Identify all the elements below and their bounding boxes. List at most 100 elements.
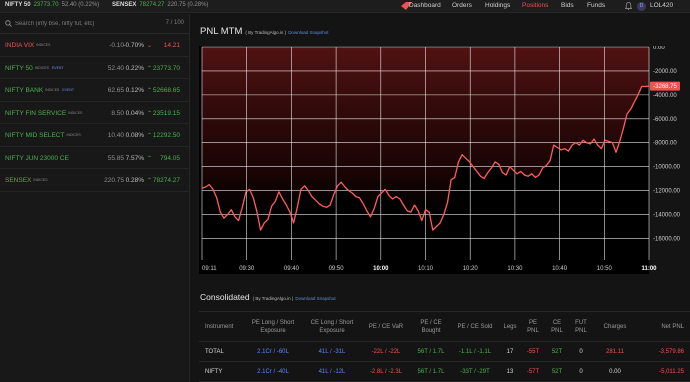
list-item[interactable]: NIFTY 50 INDICES EVENT 52.40 0.22% ⌃ 23773.70 (0, 57, 190, 79)
instrument-change: 62.65 (107, 87, 124, 94)
nav-holdings[interactable]: Holdings (485, 2, 510, 9)
ticker-change: 220.75 (0.28%) (167, 2, 209, 8)
consolidated-table: Instrument PE Long / Short Exposure CE L… (199, 311, 690, 382)
ticker-value: 78274.27 (139, 2, 165, 8)
instrument-name: NIFTY BANK INDICES EVENT (5, 87, 74, 94)
cell-ce-pnl: 52T (545, 361, 569, 382)
consolidated-title: Consolidated( By TradingAlgo.in ) Downloa… (200, 292, 336, 302)
search-bar: 7 / 100 (0, 14, 190, 34)
instrument-name: NIFTY MID SELECT INDICES (5, 132, 81, 139)
instrument-ltp: 23773.70 (152, 64, 180, 72)
list-item[interactable]: NIFTY JUN 23000 CE 55.85 7.57% ⌃ 794.05 (0, 147, 190, 169)
col-ce-exposure: CE Long / Short Exposure (303, 311, 361, 342)
instrument-name-text: NIFTY 50 (5, 64, 33, 72)
instrument-tag: INDICES (66, 133, 81, 138)
nav-orders[interactable]: Orders (452, 2, 472, 9)
y-tick-label: 0.00 (653, 46, 665, 51)
col-bought: PE / CE Bought (411, 311, 451, 342)
list-item[interactable]: NIFTY BANK INDICES EVENT 62.65 0.12% ⌃ 52668.6… (0, 79, 190, 102)
instrument-change-pct: -0.70% (123, 42, 144, 49)
instrument-name-text: SENSEX (5, 177, 32, 184)
table-row[interactable]: TOTAL 2.1Cr / -60L 41L / -31L -22L / -22… (199, 341, 690, 362)
cell-bought: 56T / 1.7L (411, 361, 451, 382)
nav-funds[interactable]: Funds (587, 2, 605, 9)
cell-ce-exposure: 41L / -12L (303, 361, 361, 382)
top-bar: NIFTY 50 23773.70 52.40 (0.22%) SENSEX 7827… (0, 0, 690, 13)
table-header-row: Instrument PE Long / Short Exposure CE L… (199, 311, 690, 342)
instrument-tag: INDICES (68, 110, 83, 115)
pnl-chart: 0.00 -2000.00 -4000.00 -6000.00 -8000.00 -100… (199, 45, 690, 274)
table-row[interactable]: NIFTY 2.1Cr / -40L 41L / -12L -2.8L / -2… (199, 361, 690, 382)
event-badge: EVENT (62, 88, 75, 93)
instrument-tag: INDICES (33, 178, 48, 183)
avatar[interactable]: D (637, 2, 646, 11)
cell-var: -22L / -22L (361, 341, 411, 362)
cell-pe-pnl: -57T (521, 361, 545, 382)
event-badge: EVENT (51, 65, 64, 70)
instrument-change: 10.40 (107, 132, 124, 139)
user-id[interactable]: LOL420 (650, 2, 673, 9)
ticker-nifty[interactable]: NIFTY 50 23773.70 52.40 (0.22%) (5, 2, 99, 8)
col-ce-pnl: CE PNL (545, 311, 569, 342)
list-item[interactable]: INDIA VIX INDICES -0.10 -0.70% ⌄ 14.21 (0, 34, 190, 57)
instrument-name: INDIA VIX INDICES (5, 42, 50, 49)
x-tick-label: 11:00 (641, 266, 657, 272)
instrument-tag: INDICES (36, 43, 51, 48)
pnl-title-text: PNL MTM (200, 26, 243, 37)
y-tick-label: -10000.00 (653, 165, 681, 171)
y-tick-label: -12000.00 (653, 189, 681, 195)
consolidated-title-text: Consolidated (200, 292, 250, 302)
col-legs: Legs (499, 311, 521, 342)
cell-charges: 0.00 (593, 361, 637, 382)
pnl-title: PNL MTM( By TradingAlgo.in ) Download Sna… (200, 26, 328, 37)
watchlist-count: 7 / 100 (165, 20, 184, 26)
y-tick-label: -2000.00 (653, 69, 677, 75)
nav-positions[interactable]: Positions (522, 2, 548, 9)
cell-bought: 56T / 1.7L (411, 341, 451, 362)
instrument-ltp: 23519.15 (152, 109, 180, 117)
instrument-change-pct: 0.08% (125, 132, 144, 139)
y-tick-label: -14000.00 (653, 213, 681, 219)
consolidated-by-label: ( By TradingAlgo.in ) (252, 296, 294, 301)
chevron-up-icon: ⌃ (146, 65, 152, 72)
instrument-change-pct: 0.12% (125, 87, 144, 94)
list-item[interactable]: SENSEX INDICES 220.75 0.28% ⌃ 78274.27 (0, 169, 190, 192)
ticker-change: 52.40 (0.22%) (61, 2, 100, 8)
cell-instrument: TOTAL (199, 341, 243, 362)
instrument-ltp: 794.05 (160, 154, 180, 162)
consolidated-download-link[interactable]: Download Snapshot (295, 296, 335, 301)
instrument-name: NIFTY FIN SERVICE INDICES (5, 110, 82, 117)
col-instrument: Instrument (199, 311, 243, 342)
instrument-ltp: 12292.50 (152, 132, 180, 139)
x-tick-label: 10:30 (507, 266, 523, 272)
cell-legs: 13 (499, 361, 521, 382)
instrument-tag: INDICES (45, 88, 60, 93)
col-pe-exposure: PE Long / Short Exposure (243, 311, 303, 342)
bell-icon[interactable] (625, 2, 632, 10)
cell-charges: 281.11 (593, 341, 637, 362)
ticker-name: NIFTY 50 (5, 2, 31, 8)
nav-bids[interactable]: Bids (561, 2, 574, 9)
y-tick-label: -8000.00 (653, 141, 677, 147)
y-tick-label: -4000.00 (653, 93, 677, 99)
pnl-by-label: ( By TradingAlgo.in ) (245, 30, 287, 35)
instrument-change: 8.50 (111, 109, 124, 117)
download-snapshot-link[interactable]: Download Snapshot (288, 30, 328, 35)
y-tick-label: -16000.00 (653, 236, 681, 242)
cell-net-pnl: -5,011.25 (637, 361, 690, 382)
cell-ce-exposure: 41L / -31L (303, 341, 361, 362)
x-tick-label: 10:00 (373, 266, 389, 272)
instrument-name-text: NIFTY BANK (5, 87, 44, 94)
watchlist-sidebar: 7 / 100 INDIA VIXINDICES-0.10-0.70%⌄14.2… (0, 14, 190, 382)
instrument-change-pct: 7.57% (125, 154, 144, 162)
chevron-up-icon: ⌃ (146, 155, 152, 162)
nav-dashboard[interactable]: Dashboard (409, 2, 441, 9)
x-tick-label: 09:11 (202, 266, 217, 272)
x-tick-label: 09:30 (239, 266, 255, 272)
search-input[interactable] (15, 17, 155, 31)
instrument-change: 220.75 (104, 177, 124, 184)
list-item[interactable]: NIFTY MID SELECT INDICES 10.40 0.08% ⌃ 12292.… (0, 124, 190, 147)
list-item[interactable]: NIFTY FIN SERVICE INDICES 8.50 0.04% ⌃ 23519.… (0, 102, 190, 124)
ticker-sensex[interactable]: SENSEX 78274.27 220.75 (0.28%) (112, 2, 208, 8)
instrument-change: 52.40 (107, 64, 124, 72)
